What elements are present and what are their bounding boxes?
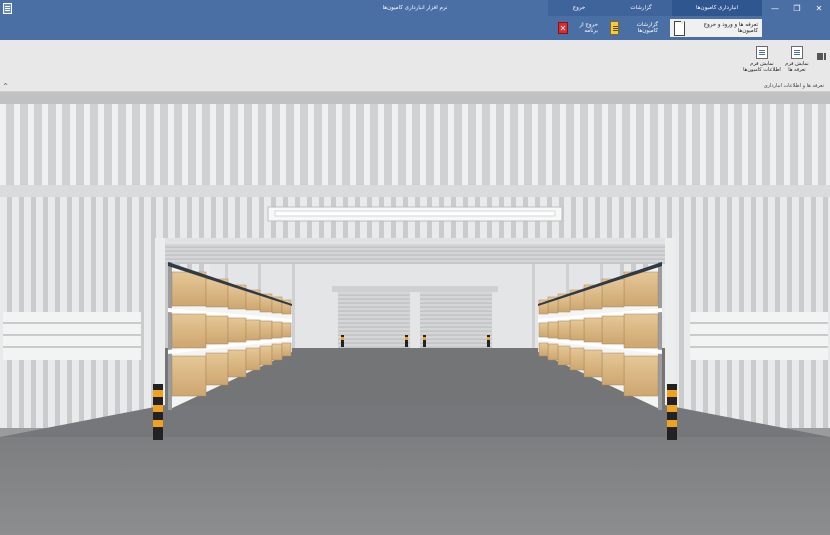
window-title: نرم افزار انبارداری کامیون‌ها [382,5,448,11]
entry-exit-label: تعرفه ها و ورود و خروج کامیون‌ها [703,22,758,34]
exit-program-button[interactable]: ✕ خروج از برنامه [554,19,602,37]
warehouse-illustration [0,92,830,535]
truck-reports-label: گزارشات کامیون‌ها [636,22,658,34]
document-icon [674,20,686,36]
tab-subbar: تعرفه ها و ورود و خروج کامیون‌ها گزارشات… [0,16,830,40]
truck-info-form-label: نمایش فرم اطلاعات کامیون‌ها [743,61,781,73]
truck-info-form-button[interactable]: نمایش فرم اطلاعات کامیون‌ها [742,46,782,82]
tariff-form-button[interactable]: نمایش فرم تعرفه ها [780,46,814,82]
report-icon [610,21,620,35]
panel-icon[interactable] [817,52,826,61]
tab-reports[interactable]: گزارشات [610,0,672,16]
tab-truck-warehouse[interactable]: انبارداری کامیون‌ها [672,0,762,16]
exit-program-label: خروج از برنامه [579,22,598,34]
close-button[interactable]: ✕ [808,0,830,16]
window-controls: — ❐ ✕ [764,0,830,16]
tab-exit[interactable]: خروج [548,0,610,16]
tariff-form-label: نمایش فرم تعرفه ها [785,61,809,73]
warehouse-background-image [0,92,830,535]
title-bar: نرم افزار انبارداری کامیون‌ها — ❐ ✕ انبا… [0,0,830,40]
exit-icon: ✕ [558,22,568,34]
ribbon-tabs: انبارداری کامیون‌ها گزارشات خروج [548,0,762,16]
form-icon [791,46,803,59]
restore-button[interactable]: ❐ [786,0,808,16]
ribbon-panel: نمایش فرم تعرفه ها نمایش فرم اطلاعات کام… [0,40,830,92]
ribbon-group-label: تعرفه ها و اطلاعات انبارداری [763,83,824,89]
minimize-button[interactable]: — [764,0,786,16]
entry-exit-button[interactable]: تعرفه ها و ورود و خروج کامیون‌ها [670,19,762,37]
truck-reports-button[interactable]: گزارشات کامیون‌ها [606,19,662,37]
form-icon [756,46,768,59]
app-icon[interactable] [3,3,12,14]
collapse-ribbon-icon[interactable]: ^ [3,83,8,90]
